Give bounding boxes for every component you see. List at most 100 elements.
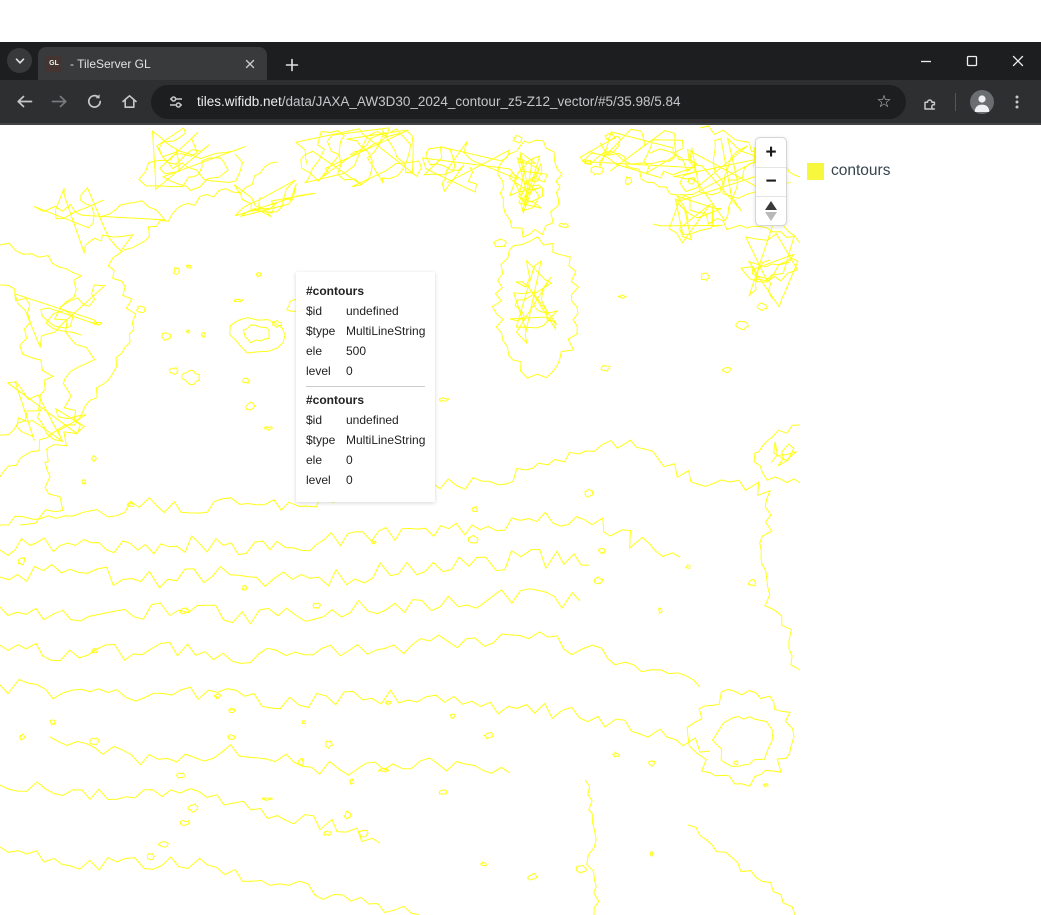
contour-line: [650, 851, 653, 856]
contour-line: [757, 303, 767, 311]
contour-line: [188, 804, 198, 813]
menu-button[interactable]: [999, 84, 1034, 119]
contour-line: [296, 128, 421, 187]
contour-line: [0, 847, 420, 915]
zoom-out-button[interactable]: −: [756, 167, 786, 196]
contour-line: [234, 299, 244, 302]
contour-line: [19, 558, 26, 565]
url-path: /data/JAXA_AW3D30_2024_contour_z5-Z12_ve…: [282, 94, 681, 109]
contour-line: [585, 489, 594, 497]
contour-line: [137, 306, 145, 313]
contour-line: [91, 456, 96, 462]
extensions-puzzle-icon: [920, 92, 940, 112]
contour-line: [576, 865, 586, 873]
compass-south-icon: [765, 212, 777, 221]
contour-line: [0, 680, 710, 753]
contour-line: [180, 820, 189, 825]
contour-line: [585, 780, 599, 915]
contour-line: [177, 773, 185, 778]
tab-favicon: GL: [46, 56, 62, 72]
contour-line: [302, 720, 306, 723]
layer-legend-item: contours: [807, 162, 890, 180]
feature-property-row: level0: [306, 361, 425, 381]
map-viewport: + − contours #contours $idundefined $typ…: [0, 125, 1041, 915]
contour-line: [147, 853, 154, 859]
contour-line: [162, 333, 171, 341]
address-bar[interactable]: tiles.wifidb.net/data/JAXA_AW3D30_2024_c…: [151, 85, 906, 119]
map-canvas[interactable]: [0, 125, 1041, 915]
forward-button[interactable]: [42, 84, 77, 119]
close-icon: [1011, 54, 1025, 68]
contour-line: [439, 790, 447, 794]
contour-line: [748, 580, 756, 586]
reload-button[interactable]: [77, 84, 112, 119]
contour-line: [613, 752, 620, 757]
contour-line: [625, 177, 631, 185]
contour-line: [214, 693, 220, 698]
contour-line: [246, 402, 255, 410]
contour-line: [182, 370, 200, 384]
window-controls: [903, 42, 1041, 80]
contour-line: [686, 565, 690, 568]
maximize-icon: [965, 54, 979, 68]
feature-inspect-popup: #contours $idundefined $typeMultiLineStr…: [296, 272, 435, 502]
feature-layer-name: #contours: [306, 281, 425, 301]
feature-property-row: $typeMultiLineString: [306, 430, 425, 450]
contour-line: [50, 737, 510, 775]
contour-line: [605, 134, 615, 141]
forward-icon: [50, 92, 69, 111]
new-tab-button[interactable]: [279, 52, 305, 78]
close-window-button[interactable]: [995, 42, 1041, 80]
close-icon: [244, 58, 256, 70]
contour-line: [230, 318, 285, 354]
contour-line: [242, 585, 247, 590]
contour-line: [50, 720, 55, 725]
contour-line: [379, 768, 389, 772]
back-button[interactable]: [7, 84, 42, 119]
contour-line: [158, 842, 168, 847]
avatar: [970, 90, 994, 114]
site-info-button[interactable]: [163, 89, 189, 115]
url-domain: tiles.wifidb.net: [197, 94, 282, 109]
contour-line: [618, 295, 625, 298]
home-button[interactable]: [112, 84, 147, 119]
toolbar-divider: [955, 93, 956, 111]
contour-line: [468, 535, 478, 543]
contour-line: [170, 368, 178, 375]
profile-button[interactable]: [964, 84, 999, 119]
popup-separator: [306, 386, 425, 387]
minimize-button[interactable]: [903, 42, 949, 80]
back-icon: [15, 92, 34, 111]
tab-tileserver-gl[interactable]: GL - TileServer GL: [38, 47, 267, 80]
zoom-in-button[interactable]: +: [756, 138, 786, 167]
contour-line: [687, 689, 794, 786]
tab-close-button[interactable]: [241, 55, 259, 73]
contour-line: [0, 285, 53, 435]
compass-button[interactable]: [756, 196, 786, 225]
contour-line: [472, 507, 477, 512]
contour-line: [594, 577, 602, 584]
contour-line: [0, 782, 380, 843]
contour-line: [0, 550, 590, 588]
feature-property-row: $idundefined: [306, 301, 425, 321]
bookmark-star-button[interactable]: ☆: [872, 90, 896, 114]
kebab-menu-icon: [1009, 94, 1025, 110]
contour-line: [385, 701, 391, 705]
contour-line: [0, 632, 700, 687]
feature-layer-name: #contours: [306, 390, 425, 410]
contour-line: [580, 129, 697, 178]
contour-line: [649, 761, 655, 767]
chevron-down-icon: [13, 54, 27, 68]
extensions-button[interactable]: [912, 84, 947, 119]
maximize-button[interactable]: [949, 42, 995, 80]
minimize-icon: [919, 54, 933, 68]
contour-line: [187, 265, 192, 269]
contour-line: [82, 479, 86, 484]
contour-line: [736, 321, 748, 330]
contour-line: [439, 398, 448, 402]
feature-property-row: level0: [306, 470, 425, 490]
tab-search-button[interactable]: [7, 48, 32, 73]
contour-line: [494, 239, 506, 247]
contour-line: [559, 223, 568, 228]
contour-line: [298, 759, 303, 766]
